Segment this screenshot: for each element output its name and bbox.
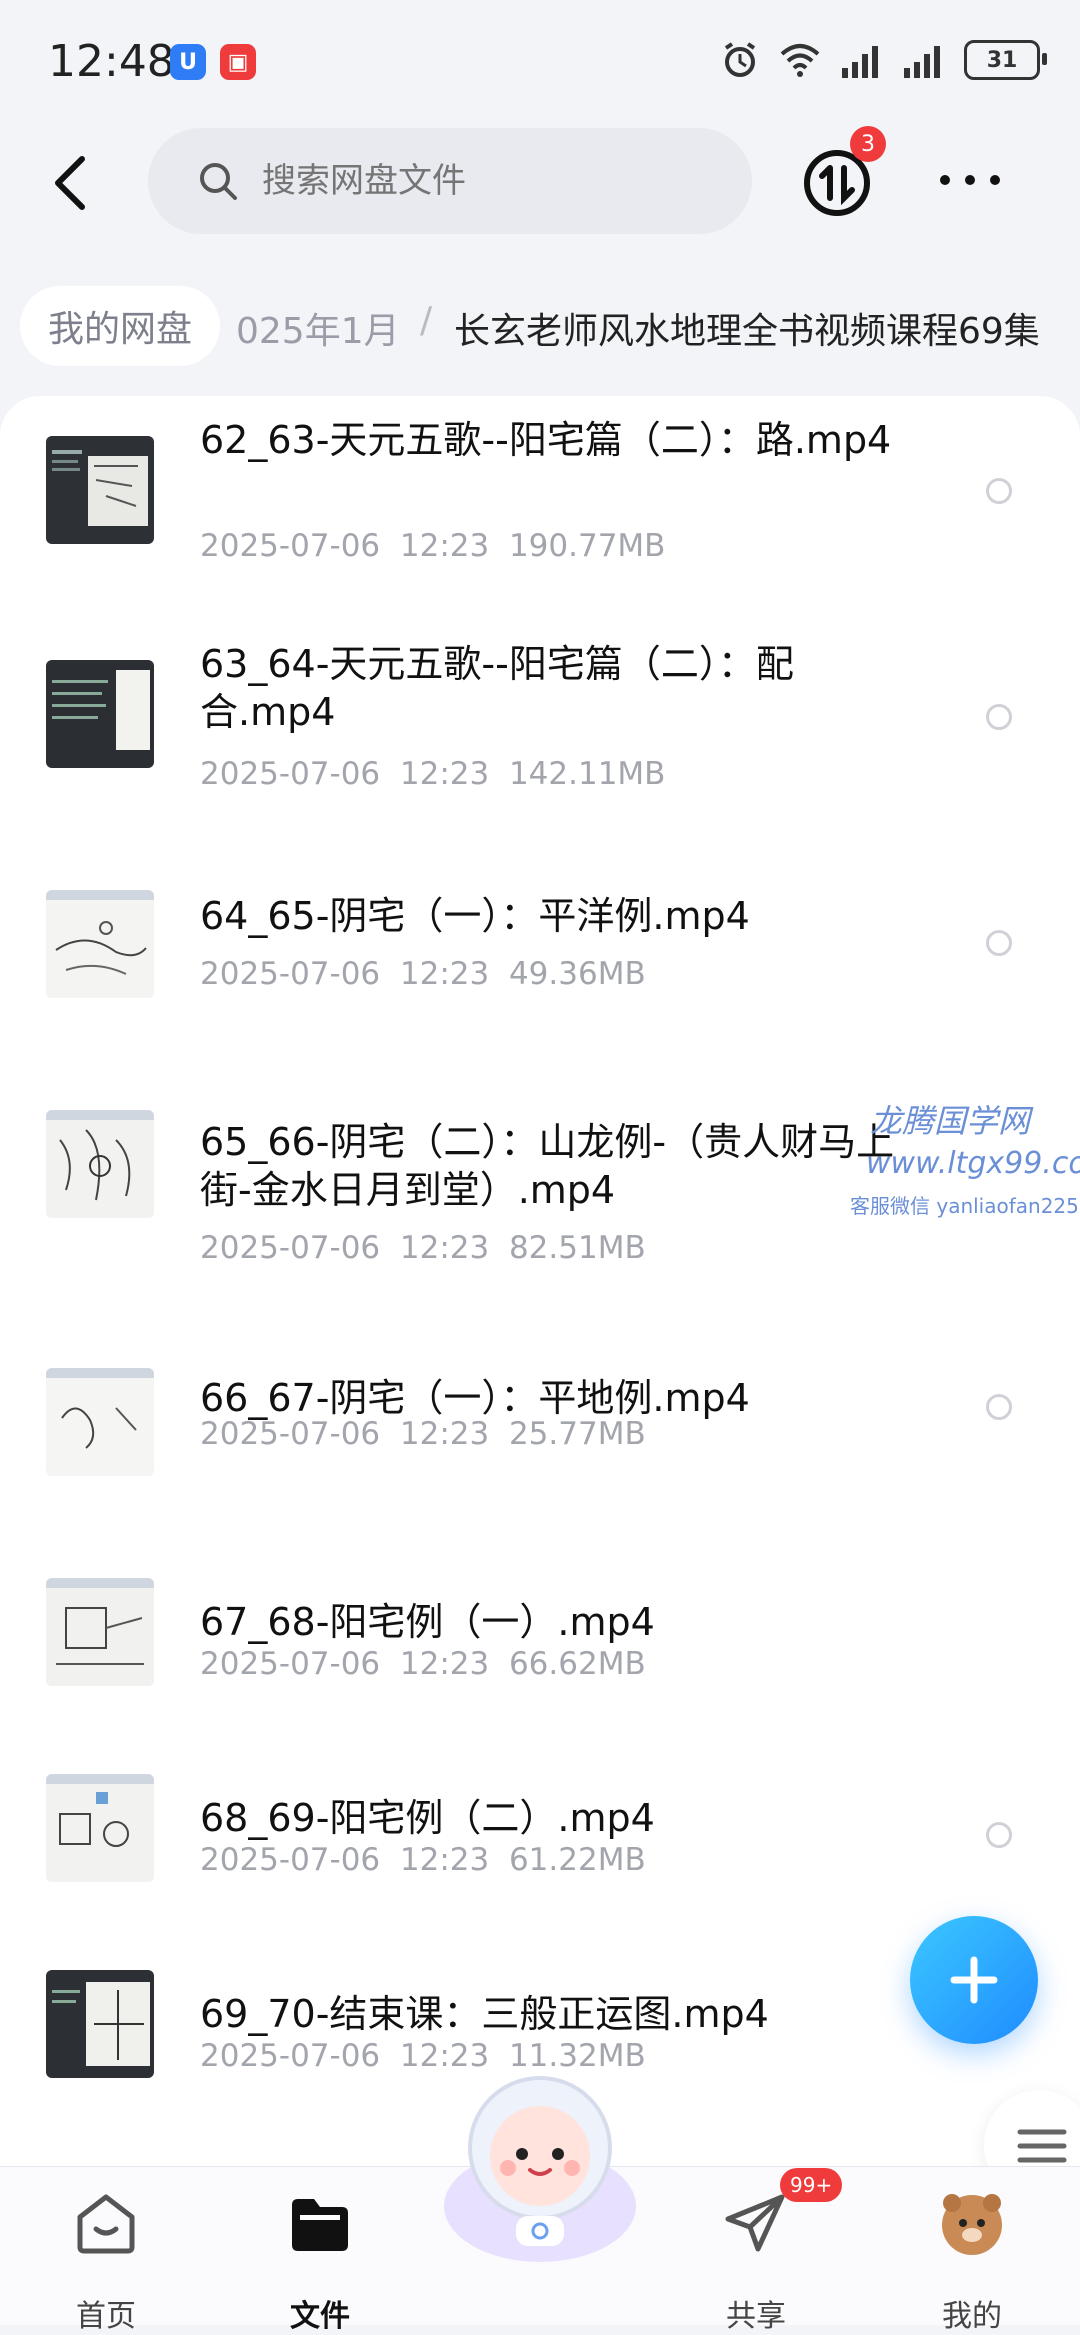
more-options-button[interactable] bbox=[940, 160, 1000, 200]
breadcrumb-item[interactable]: 025年1月 bbox=[236, 302, 400, 354]
file-meta: 2025-07-06 12:23 82.51MB bbox=[200, 1230, 646, 1266]
search-icon bbox=[200, 163, 237, 200]
search-input[interactable] bbox=[260, 160, 684, 202]
file-row[interactable]: 68_69-阳宅例（二）.mp4 2025-07-06 12:23 61.22M… bbox=[0, 1688, 1080, 1884]
assistant-mascot-button[interactable] bbox=[436, 2056, 644, 2264]
status-bar: 12:48 U ▣ 31 bbox=[0, 0, 1080, 120]
send-icon bbox=[725, 2194, 785, 2252]
file-meta: 2025-07-06 12:23 61.22MB bbox=[200, 1842, 646, 1878]
select-checkbox[interactable] bbox=[986, 1822, 1012, 1848]
watermark-contact: 客服微信 yanliaofan225 bbox=[850, 1194, 1079, 1218]
file-name: 66_67-阴宅（一）：平地例.mp4 bbox=[200, 1376, 750, 1420]
nav-label: 首页 bbox=[76, 2299, 136, 2334]
file-name: 63_64-天元五歌--阳宅篇（二）：配合.mp4 bbox=[200, 642, 794, 734]
status-time: 12:48 bbox=[48, 36, 175, 87]
file-name: 67_68-阳宅例（一）.mp4 bbox=[200, 1600, 655, 1644]
mascot-icon bbox=[444, 2076, 636, 2262]
select-checkbox[interactable] bbox=[986, 478, 1012, 504]
search-bar[interactable] bbox=[148, 128, 752, 234]
add-button[interactable] bbox=[910, 1916, 1038, 2044]
file-meta: 2025-07-06 12:23 66.62MB bbox=[200, 1646, 646, 1682]
video-thumbnail bbox=[46, 436, 154, 544]
file-name: 62_63-天元五歌--阳宅篇（二）：路.mp4 bbox=[200, 418, 892, 462]
video-thumbnail bbox=[46, 1970, 154, 2078]
folder-icon bbox=[292, 2199, 348, 2251]
select-checkbox[interactable] bbox=[986, 1394, 1012, 1420]
plus-icon bbox=[950, 1956, 998, 2004]
file-row[interactable]: 67_68-阳宅例（一）.mp4 2025-07-06 12:23 66.62M… bbox=[0, 1492, 1080, 1688]
breadcrumb-root[interactable]: 我的网盘 bbox=[20, 286, 221, 366]
file-row[interactable]: 62_63-天元五歌--阳宅篇（二）：路.mp4 2025-07-06 12:2… bbox=[0, 396, 1080, 624]
select-checkbox[interactable] bbox=[986, 930, 1012, 956]
file-row[interactable]: 63_64-天元五歌--阳宅篇（二）：配合.mp4 2025-07-06 12:… bbox=[0, 624, 1080, 852]
chevron-left-icon bbox=[55, 156, 85, 210]
app-notification-icon: U bbox=[170, 44, 206, 80]
watermark-title: 龙腾国学网 bbox=[870, 1102, 1031, 1140]
home-icon bbox=[77, 2194, 135, 2254]
watermark-url: www.ltgx99.com bbox=[866, 1146, 1080, 1181]
dot-icon bbox=[940, 175, 950, 185]
breadcrumb-separator: / bbox=[420, 300, 433, 341]
video-thumbnail bbox=[46, 1774, 154, 1882]
file-row[interactable]: 66_67-阴宅（一）：平地例.mp4 2025-07-06 12:23 25.… bbox=[0, 1292, 1080, 1492]
file-meta: 2025-07-06 12:23 190.77MB bbox=[200, 528, 666, 564]
battery-indicator: 31 bbox=[964, 40, 1047, 80]
video-thumbnail bbox=[46, 890, 154, 998]
video-thumbnail bbox=[46, 1110, 154, 1218]
dot-icon bbox=[990, 175, 1000, 185]
select-checkbox[interactable] bbox=[986, 704, 1012, 730]
status-icons: 31 bbox=[720, 40, 1047, 80]
file-meta: 2025-07-06 12:23 25.77MB bbox=[200, 1416, 646, 1452]
nav-label: 文件 bbox=[290, 2299, 350, 2334]
file-name: 69_70-结束课：三般正运图.mp4 bbox=[200, 1992, 769, 2036]
alarm-icon bbox=[724, 42, 756, 77]
dot-icon bbox=[965, 175, 975, 185]
nav-files[interactable]: 文件 bbox=[250, 2187, 390, 2334]
back-button[interactable] bbox=[40, 148, 100, 218]
signal-icon bbox=[904, 46, 940, 78]
file-name: 65_66-阴宅（二）：山龙例-（贵人财马上街-金水日月到堂）.mp4 bbox=[200, 1120, 895, 1212]
app-notification-icon: ▣ bbox=[220, 44, 256, 80]
video-thumbnail bbox=[46, 1578, 154, 1686]
nav-home[interactable]: 首页 bbox=[36, 2187, 176, 2334]
file-name: 68_69-阳宅例（二）.mp4 bbox=[200, 1796, 655, 1840]
wifi-icon bbox=[780, 44, 820, 77]
nav-label: 我的 bbox=[942, 2299, 1002, 2334]
signal-icon bbox=[842, 46, 878, 78]
file-row[interactable]: 64_65-阴宅（一）：平洋例.mp4 2025-07-06 12:23 49.… bbox=[0, 852, 1080, 1052]
nav-me[interactable]: 我的 bbox=[902, 2187, 1042, 2334]
breadcrumb: 025年1月 / 长玄老师风水地理全书视频课程69集 我的网盘 bbox=[0, 280, 1080, 376]
share-count-badge: 99+ bbox=[780, 2168, 843, 2202]
avatar bbox=[942, 2194, 1002, 2255]
video-thumbnail bbox=[46, 660, 154, 768]
file-meta: 2025-07-06 12:23 142.11MB bbox=[200, 756, 666, 792]
file-meta: 2025-07-06 12:23 49.36MB bbox=[200, 956, 646, 992]
video-thumbnail bbox=[46, 1368, 154, 1476]
breadcrumb-current: 长玄老师风水地理全书视频课程69集 bbox=[454, 311, 1040, 352]
nav-label: 共享 bbox=[726, 2299, 786, 2334]
file-list: 62_63-天元五歌--阳宅篇（二）：路.mp4 2025-07-06 12:2… bbox=[0, 396, 1080, 2166]
transfer-count-badge: 3 bbox=[850, 126, 886, 162]
file-name: 64_65-阴宅（一）：平洋例.mp4 bbox=[200, 894, 750, 938]
